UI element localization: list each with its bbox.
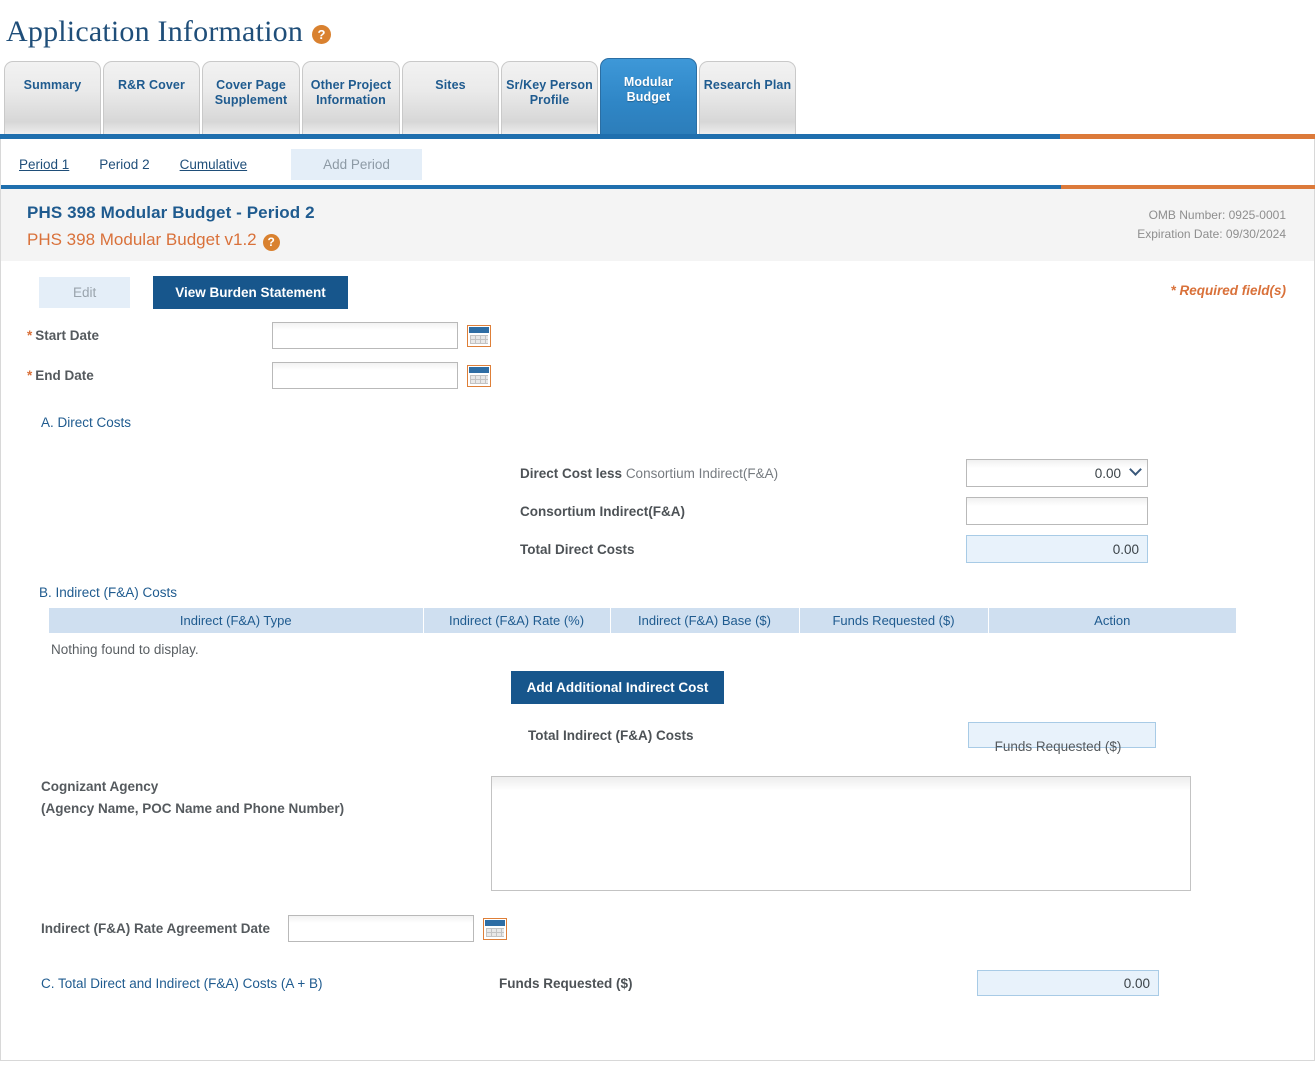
form-subtitle-row: PHS 398 Modular Budget v1.2 ?	[27, 230, 1314, 250]
tab-label: Research Plan	[704, 78, 791, 93]
form-header-band: PHS 398 Modular Budget - Period 2 PHS 39…	[0, 189, 1315, 261]
tab-label: Cover Page Supplement	[203, 78, 299, 108]
add-indirect-cost-row: Add Additional Indirect Cost	[1, 671, 1314, 704]
start-date-row: *Start Date	[1, 322, 1314, 349]
tab-label: Sites	[435, 78, 465, 93]
omb-info: OMB Number: 0925-0001 Expiration Date: 0…	[1137, 206, 1286, 244]
tab-other-project-information[interactable]: Other Project Information	[302, 61, 400, 139]
section-c-label: C. Total Direct and Indirect (F&A) Costs…	[41, 976, 499, 991]
section-c-row: C. Total Direct and Indirect (F&A) Costs…	[1, 970, 1314, 996]
omb-expiration-date: Expiration Date: 09/30/2024	[1137, 225, 1286, 244]
total-indirect-costs-label: Total Indirect (F&A) Costs	[528, 728, 968, 743]
cognizant-agency-label-line2: (Agency Name, POC Name and Phone Number)	[41, 798, 491, 820]
tab-modular-budget[interactable]: Modular Budget	[600, 58, 697, 139]
rate-agreement-date-input[interactable]	[288, 915, 474, 942]
tab-bar: Summary R&R Cover Cover Page Supplement …	[0, 56, 1315, 139]
period-navigation: Period 1 Period 2 Cumulative Add Period	[0, 139, 1315, 189]
form-subtitle: PHS 398 Modular Budget v1.2	[27, 230, 257, 250]
column-funds-requested: Funds Requested ($)	[799, 608, 988, 633]
calendar-icon[interactable]	[483, 918, 507, 940]
direct-cost-less-select-wrap	[966, 459, 1148, 487]
tab-label: Modular Budget	[601, 75, 696, 105]
edit-button[interactable]: Edit	[39, 277, 130, 308]
tab-research-plan[interactable]: Research Plan	[699, 61, 796, 139]
tab-label: R&R Cover	[118, 78, 185, 93]
direct-cost-less-select[interactable]	[966, 459, 1148, 487]
section-a-heading: A. Direct Costs	[1, 415, 1314, 430]
add-additional-indirect-cost-button[interactable]: Add Additional Indirect Cost	[511, 671, 725, 704]
indirect-costs-table: Indirect (F&A) Type Indirect (F&A) Rate …	[49, 608, 1236, 633]
omb-number: OMB Number: 0925-0001	[1137, 206, 1286, 225]
consortium-indirect-label-text: Consortium Indirect(F&A)	[520, 504, 685, 519]
form-help-icon[interactable]: ?	[263, 234, 280, 251]
page-title: Application Information	[6, 15, 303, 49]
cognizant-agency-row: Cognizant Agency (Agency Name, POC Name …	[1, 776, 1314, 891]
section-c-value	[977, 970, 1159, 996]
end-date-input[interactable]	[272, 362, 458, 389]
consortium-indirect-row: Consortium Indirect(F&A)	[1, 497, 1314, 525]
direct-cost-less-light: Consortium Indirect(F&A)	[626, 466, 778, 481]
tab-label: Summary	[24, 78, 82, 93]
required-star: *	[27, 328, 32, 343]
action-button-row: Edit View Burden Statement	[1, 261, 1314, 309]
help-icon[interactable]: ?	[312, 25, 331, 44]
tab-summary[interactable]: Summary	[4, 61, 101, 139]
total-direct-costs-value	[966, 535, 1148, 563]
column-action: Action	[988, 608, 1236, 633]
required-fields-note: * Required field(s)	[1170, 283, 1286, 298]
period-link-1[interactable]: Period 1	[19, 157, 69, 172]
column-indirect-base: Indirect (F&A) Base ($)	[610, 608, 799, 633]
start-date-label-text: Start Date	[35, 328, 99, 343]
total-direct-costs-row: Total Direct Costs	[1, 535, 1314, 563]
tab-sr-key-person-profile[interactable]: Sr/Key Person Profile	[501, 61, 598, 139]
cognizant-agency-label: Cognizant Agency (Agency Name, POC Name …	[41, 776, 491, 891]
consortium-indirect-input[interactable]	[966, 497, 1148, 525]
page-header: Application Information ?	[0, 0, 1315, 56]
calendar-icon[interactable]	[467, 365, 491, 387]
cognizant-agency-label-line1: Cognizant Agency	[41, 776, 491, 798]
rate-agreement-date-row: Indirect (F&A) Rate Agreement Date	[1, 915, 1314, 942]
start-date-input[interactable]	[272, 322, 458, 349]
calendar-icon[interactable]	[467, 325, 491, 347]
rate-agreement-date-label: Indirect (F&A) Rate Agreement Date	[41, 921, 270, 936]
section-c-funds-label: Funds Requested ($)	[499, 976, 977, 991]
consortium-indirect-label: Consortium Indirect(F&A)	[520, 504, 966, 519]
total-direct-costs-label-text: Total Direct Costs	[520, 542, 635, 557]
table-empty-message: Nothing found to display.	[1, 633, 1314, 657]
end-date-label-text: End Date	[35, 368, 94, 383]
add-period-button[interactable]: Add Period	[291, 149, 422, 180]
direct-cost-less-row: Direct Cost less Consortium Indirect(F&A…	[1, 459, 1314, 487]
start-date-label: *Start Date	[27, 328, 272, 343]
table-header-row: Indirect (F&A) Type Indirect (F&A) Rate …	[49, 608, 1236, 633]
form-body: * Required field(s) Edit View Burden Sta…	[0, 261, 1315, 1061]
tab-rr-cover[interactable]: R&R Cover	[103, 61, 200, 139]
direct-cost-less-bold: Direct Cost less	[520, 466, 622, 481]
tab-label: Sr/Key Person Profile	[502, 78, 597, 108]
column-indirect-type: Indirect (F&A) Type	[49, 608, 423, 633]
end-date-row: *End Date	[1, 362, 1314, 389]
tab-label: Other Project Information	[303, 78, 399, 108]
view-burden-statement-button[interactable]: View Burden Statement	[153, 276, 348, 309]
period-link-2-current: Period 2	[99, 157, 149, 172]
cognizant-agency-textarea[interactable]	[491, 776, 1191, 891]
total-direct-costs-label: Total Direct Costs	[520, 542, 966, 557]
form-title: PHS 398 Modular Budget - Period 2	[27, 203, 1314, 223]
period-link-cumulative[interactable]: Cumulative	[180, 157, 248, 172]
tab-cover-page-supplement[interactable]: Cover Page Supplement	[202, 61, 300, 139]
tab-sites[interactable]: Sites	[402, 61, 499, 139]
end-date-label: *End Date	[27, 368, 272, 383]
column-indirect-rate: Indirect (F&A) Rate (%)	[423, 608, 610, 633]
section-b-heading: B. Indirect (F&A) Costs	[1, 585, 1314, 600]
required-star: *	[27, 368, 32, 383]
direct-cost-less-label: Direct Cost less Consortium Indirect(F&A…	[520, 466, 966, 481]
funds-requested-header-a: Funds Requested ($)	[967, 739, 1149, 754]
